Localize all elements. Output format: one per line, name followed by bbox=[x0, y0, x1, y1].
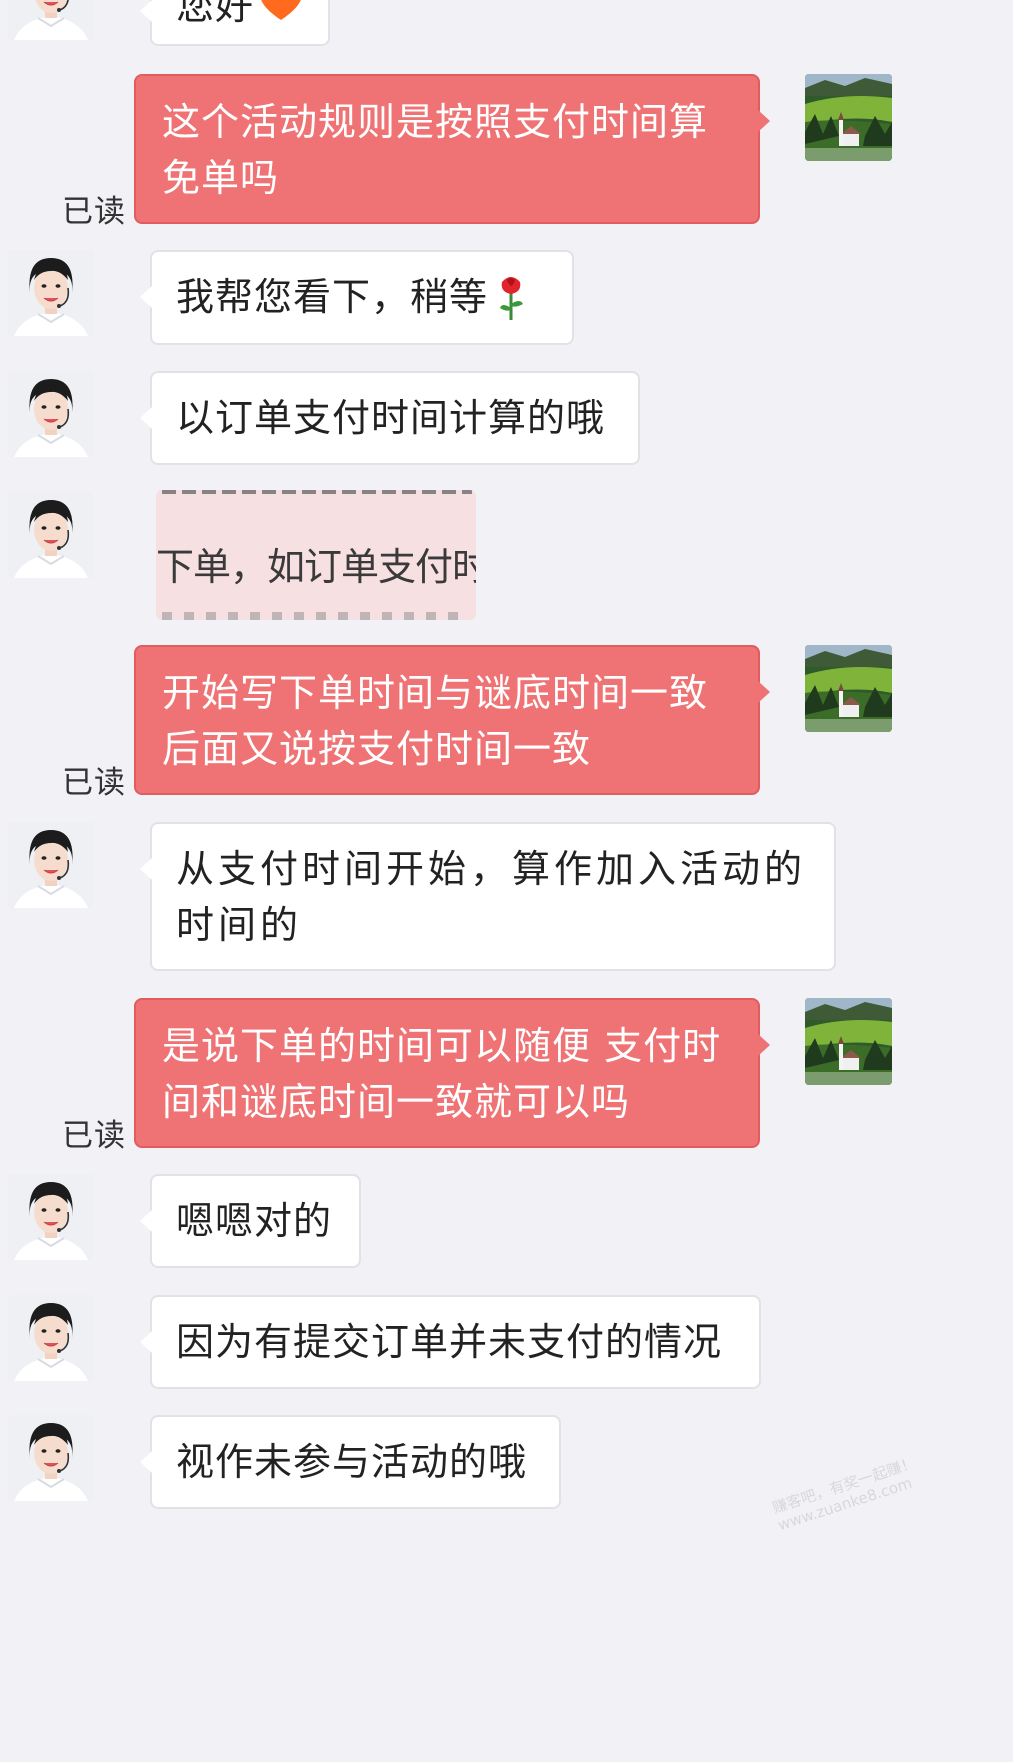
outgoing-message: 这个活动规则是按照支付时间算免单吗 bbox=[134, 74, 770, 224]
agent-avatar[interactable] bbox=[8, 1174, 94, 1260]
incoming-message: 从支付时间开始，算作加入活动的时间的 bbox=[140, 822, 836, 971]
agent-avatar[interactable] bbox=[8, 1295, 94, 1381]
read-status: 已读 bbox=[62, 1118, 126, 1154]
agent-avatar[interactable] bbox=[8, 492, 94, 578]
read-status: 已读 bbox=[62, 194, 126, 230]
outgoing-message: 开始写下单时间与谜底时间一致后面又说按支付时间一致 bbox=[134, 645, 770, 795]
incoming-message: 以订单支付时间计算的哦 bbox=[140, 371, 640, 465]
incoming-message: 因为有提交订单并未支付的情况 bbox=[140, 1295, 761, 1389]
user-avatar[interactable] bbox=[805, 645, 892, 732]
image-text-fragment bbox=[162, 490, 472, 494]
agent-avatar[interactable] bbox=[8, 1415, 94, 1501]
agent-avatar[interactable] bbox=[8, 250, 94, 336]
message-text: 我帮您看下，稍等 bbox=[176, 275, 489, 319]
message-text: 是说下单的时间可以随便 支付时间和谜底时间一致就可以吗 bbox=[162, 1024, 722, 1124]
message-text: 开始写下单时间与谜底时间一致后面又说按支付时间一致 bbox=[162, 671, 709, 771]
message-text: 这个活动规则是按照支付时间算免单吗 bbox=[162, 100, 709, 200]
agent-avatar[interactable] bbox=[8, 371, 94, 457]
user-avatar[interactable] bbox=[805, 74, 892, 161]
incoming-message: 我帮您看下，稍等 bbox=[140, 250, 574, 345]
image-text-fragment bbox=[162, 612, 462, 620]
image-message[interactable]: 下单，如订单支付时间与 bbox=[156, 490, 476, 620]
rose-icon bbox=[496, 274, 526, 337]
site-watermark: 赚客吧，有奖一起赚！ www.zuanke8.com bbox=[770, 1454, 924, 1535]
message-text: 从支付时间开始，算作加入活动的时间的 bbox=[176, 847, 807, 947]
message-text: 嗯嗯对的 bbox=[176, 1199, 333, 1243]
outgoing-message: 是说下单的时间可以随便 支付时间和谜底时间一致就可以吗 bbox=[134, 998, 770, 1148]
incoming-message: 您好 bbox=[139, 0, 331, 46]
message-text: 您好 bbox=[176, 0, 255, 28]
agent-avatar[interactable] bbox=[8, 822, 94, 908]
incoming-message: 嗯嗯对的 bbox=[140, 1174, 361, 1268]
image-text: 下单，如订单支付时间与 bbox=[156, 545, 476, 589]
message-text: 视作未参与活动的哦 bbox=[176, 1440, 528, 1484]
message-text: 以订单支付时间计算的哦 bbox=[176, 396, 606, 440]
agent-avatar[interactable] bbox=[8, 0, 94, 40]
message-text: 因为有提交订单并未支付的情况 bbox=[176, 1320, 723, 1364]
read-status: 已读 bbox=[62, 765, 126, 801]
user-avatar[interactable] bbox=[805, 998, 892, 1085]
incoming-message: 视作未参与活动的哦 bbox=[140, 1415, 561, 1509]
orange-heart-icon bbox=[258, 0, 304, 37]
